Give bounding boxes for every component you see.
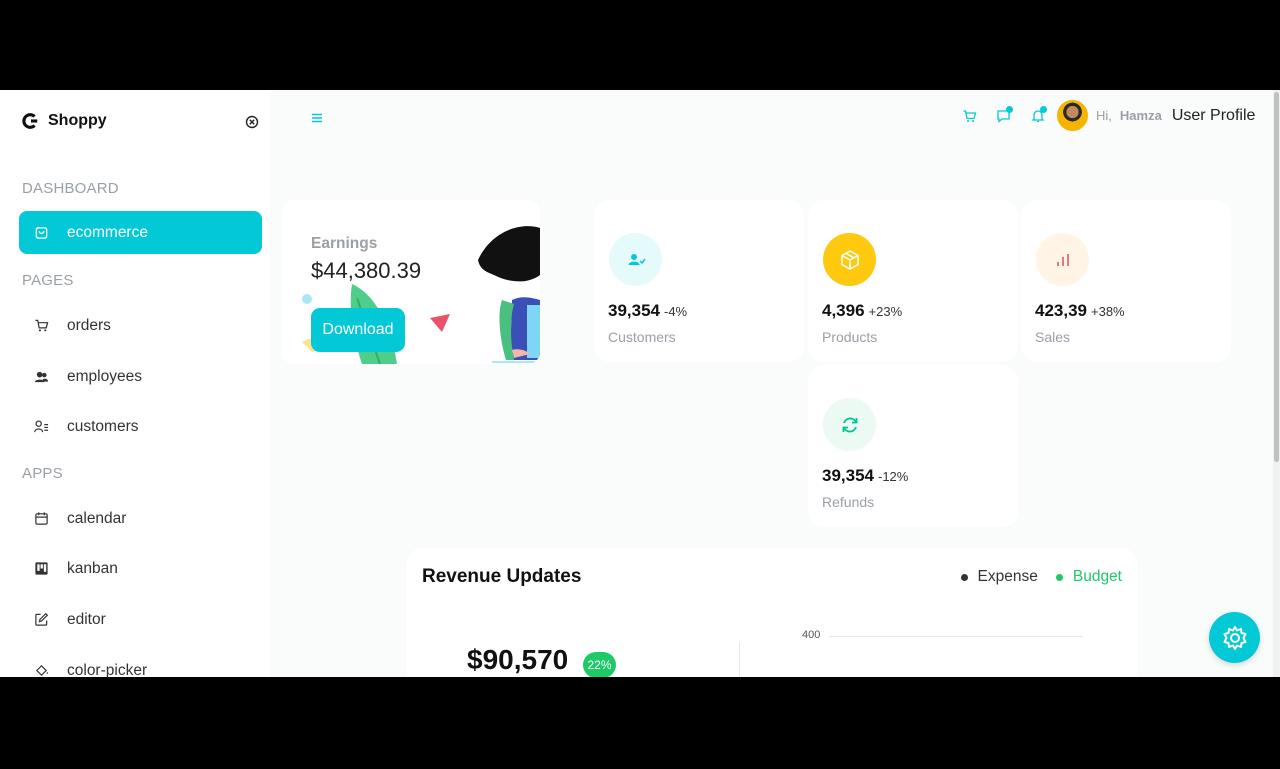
paint-bucket-icon [35, 664, 48, 677]
sidebar-item-label: editor [67, 610, 106, 628]
revenue-amount: $90,570 [467, 644, 569, 675]
notification-button[interactable] [1029, 106, 1047, 125]
refresh-icon [842, 417, 857, 432]
sidebar-item-orders[interactable]: orders [19, 304, 262, 347]
brand-logo-icon [22, 113, 38, 129]
stat-icon-button[interactable] [823, 233, 876, 286]
sidebar-item-label: kanban [67, 559, 118, 577]
stat-number: 423,39 [1035, 301, 1087, 320]
app-screen: Shoppy DASHBOARD ecommerce PAGES orders [0, 90, 1280, 677]
cart-icon [35, 319, 49, 332]
calendar-icon [35, 512, 48, 525]
stat-icon-button[interactable] [823, 398, 876, 451]
earnings-label: Earnings [311, 235, 378, 252]
stat-value: 39,354 -12% [822, 466, 908, 486]
revenue-change-badge: 22% [583, 652, 616, 677]
sidebar-item-label: ecommerce [67, 223, 148, 241]
stat-card-products: 4,396 +23% Products [808, 200, 1018, 362]
sidebar-item-color-picker[interactable]: color-picker [19, 649, 262, 677]
stat-value: 39,354 -4% [608, 301, 687, 321]
revenue-updates-card: Revenue Updates Expense Budget $90,570 2… [407, 548, 1137, 677]
stat-label: Refunds [822, 494, 875, 510]
stat-card-sales: 423,39 +38% Sales [1021, 200, 1231, 362]
chat-button[interactable] [995, 106, 1013, 125]
chart-gridline [829, 636, 1083, 637]
sidebar-item-label: calendar [67, 509, 127, 527]
y-axis-tick: 400 [802, 629, 821, 641]
people-icon [34, 371, 49, 383]
stat-card-customers: 39,354 -4% Customers [594, 200, 804, 362]
customers-icon [628, 253, 646, 265]
person-list-icon [34, 420, 49, 433]
sidebar-item-calendar[interactable]: calendar [19, 497, 262, 540]
sidebar-item-label: orders [67, 316, 111, 334]
chat-notification-dot [1006, 106, 1013, 113]
sidebar-item-kanban[interactable]: kanban [19, 547, 262, 590]
user-profile-menu[interactable]: Hi, Hamza User Profile [1057, 100, 1255, 131]
sidebar-item-ecommerce[interactable]: ecommerce [19, 211, 262, 254]
stat-change: -12% [878, 469, 909, 484]
settings-button[interactable] [1209, 612, 1260, 663]
revenue-title: Revenue Updates [422, 566, 582, 587]
gear-icon [1223, 625, 1246, 650]
stat-card-refunds: 39,354 -12% Refunds [808, 365, 1018, 527]
user-profile-label: User Profile [1171, 106, 1256, 124]
stat-label: Products [822, 329, 878, 345]
legend-label-budget: Budget [1072, 568, 1122, 585]
stat-icon-button[interactable] [609, 233, 662, 286]
legend-dot-budget [1055, 573, 1063, 581]
stat-label: Customers [608, 329, 676, 345]
chart-legend: Expense Budget [960, 568, 1122, 586]
stat-change: +23% [868, 304, 903, 319]
stat-number: 39,354 [608, 301, 660, 320]
user-name: Hamza [1119, 108, 1162, 123]
stat-number: 39,354 [822, 466, 874, 485]
stat-label: Sales [1035, 329, 1071, 345]
stat-value: 423,39 +38% [1035, 301, 1125, 321]
edit-icon [35, 612, 49, 626]
notification-dot [1040, 106, 1047, 113]
download-button[interactable]: Download [311, 308, 405, 352]
shopping-bag-icon [35, 227, 48, 239]
stat-number: 4,396 [822, 301, 865, 320]
earnings-value: $44,380.39 [311, 258, 422, 283]
kanban-icon [35, 562, 48, 575]
stat-change: -4% [664, 304, 688, 319]
stat-icon-button[interactable] [1036, 233, 1089, 286]
legend-item-budget[interactable]: Budget [1055, 568, 1122, 586]
box-icon [840, 249, 859, 270]
menu-toggle-icon[interactable] [309, 110, 325, 126]
section-title-pages: PAGES [22, 272, 74, 289]
stat-change: +38% [1091, 304, 1125, 319]
scrollbar-thumb[interactable] [1274, 92, 1279, 462]
sidebar-item-label: employees [67, 367, 142, 385]
greeting: Hi, [1096, 108, 1112, 123]
sidebar-item-editor[interactable]: editor [19, 598, 262, 641]
sidebar-item-label: customers [67, 417, 139, 435]
sidebar: Shoppy DASHBOARD ecommerce PAGES orders [0, 90, 270, 677]
legend-dot-expense [960, 573, 968, 581]
avatar [1057, 100, 1088, 131]
section-title-dashboard: DASHBOARD [22, 180, 119, 197]
sidebar-item-customers[interactable]: customers [19, 405, 262, 448]
close-sidebar-icon[interactable] [244, 114, 260, 130]
section-title-apps: APPS [22, 465, 63, 482]
legend-item-expense[interactable]: Expense [960, 568, 1038, 586]
revenue-divider [739, 642, 740, 677]
sidebar-item-employees[interactable]: employees [19, 355, 262, 398]
cart-icon[interactable] [961, 107, 979, 125]
legend-label-expense: Expense [977, 568, 1038, 585]
stat-value: 4,396 +23% [822, 301, 902, 321]
page-scrollbar[interactable] [1273, 90, 1280, 677]
brand-name: Shoppy [48, 112, 107, 129]
sidebar-item-label: color-picker [67, 661, 148, 678]
brand[interactable]: Shoppy [22, 112, 107, 130]
earnings-card: Earnings $44,380.39 Download [282, 200, 540, 364]
bar-chart-icon [1056, 253, 1069, 266]
